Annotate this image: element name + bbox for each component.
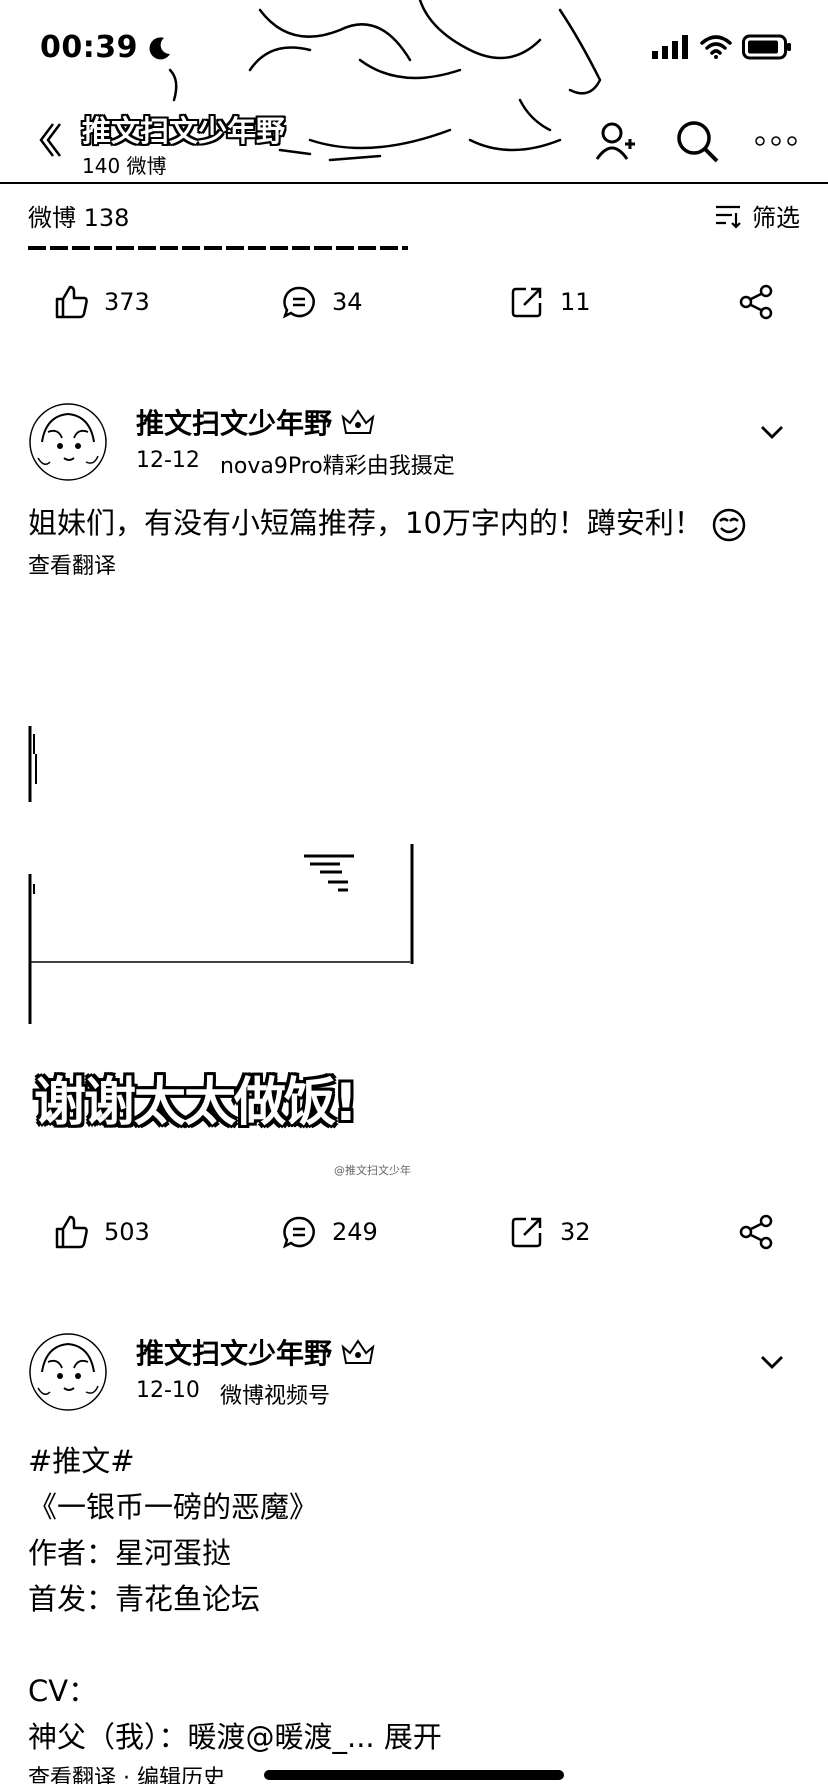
more-dots-icon[interactable] <box>754 133 798 149</box>
emoji-icon <box>712 508 746 542</box>
post-text: #推文# 《一银币一磅的恶魔》 作者：星河蛋挞 首发：青花鱼论坛 CV： 神父（… <box>0 1438 828 1760</box>
post-meta: 12-10 微博视频号 <box>136 1378 330 1410</box>
like-button[interactable]: 373 <box>54 272 150 332</box>
post-header: 推文扫文少年野 12-12 nova9Pro精彩由我摄定 <box>0 402 828 498</box>
filter-button[interactable]: 筛选 <box>714 198 800 233</box>
share-icon <box>739 1214 773 1250</box>
crown-badge-icon <box>341 1339 375 1364</box>
chevron-left-icon <box>39 123 61 157</box>
home-indicator[interactable] <box>264 1770 564 1780</box>
like-count: 503 <box>104 1218 150 1246</box>
page-title: 推文扫文少年野 <box>82 114 286 148</box>
image-sketch <box>28 726 414 1029</box>
image-watermark: @推文扫文少年 <box>334 1164 411 1177</box>
profile-header: 00:39 推文扫文少年野 140 微博 <box>0 0 828 184</box>
post-date: 12-10 <box>136 1378 200 1403</box>
battery-icon <box>742 34 791 60</box>
share-icon <box>739 284 773 320</box>
chevron-down-icon <box>761 1356 783 1369</box>
filter-label: 筛选 <box>752 204 800 232</box>
post-count-subtitle: 140 微博 <box>82 154 167 178</box>
post-line: 作者：星河蛋挞 <box>28 1536 232 1570</box>
comment-count: 249 <box>332 1218 378 1246</box>
post-line: CV： <box>28 1674 98 1708</box>
signal-icon <box>652 35 688 59</box>
weibo-count: 微博 138 <box>28 204 130 232</box>
author-name[interactable]: 推文扫文少年野 <box>136 1332 376 1372</box>
thumb-up-icon <box>55 1215 88 1249</box>
avatar-illustration <box>29 403 107 481</box>
repost-button[interactable]: 32 <box>510 1202 591 1262</box>
post-line-last: 神父（我）：暖渡@暖渡_... 展开 <box>0 1714 828 1760</box>
post-header: 推文扫文少年野 12-10 微博视频号 <box>0 1332 828 1428</box>
post-line <box>0 1622 828 1668</box>
weibo-filter-bar: 微博 138 筛选 <box>0 186 828 240</box>
repost-icon <box>511 1217 542 1248</box>
author-name-text: 推文扫文少年野 <box>136 1337 333 1370</box>
comment-icon <box>282 286 315 319</box>
like-button[interactable]: 503 <box>54 1202 150 1262</box>
repost-count: 11 <box>560 288 591 316</box>
wifi-icon <box>700 35 732 59</box>
repost-button[interactable]: 11 <box>510 272 591 332</box>
moon-icon <box>149 36 170 59</box>
crown-badge-icon <box>341 409 375 434</box>
like-count: 373 <box>104 288 150 316</box>
status-icons <box>650 34 792 60</box>
post-actions-top: 373 34 11 <box>0 272 828 332</box>
comment-icon <box>282 1216 315 1249</box>
search-icon[interactable] <box>674 118 720 164</box>
translate-link[interactable]: 查看翻译 <box>0 548 828 580</box>
post-source: 微博视频号 <box>219 1384 330 1409</box>
comment-count: 34 <box>332 288 363 316</box>
image-caption: 谢谢太太做饭! <box>34 1073 358 1133</box>
post-line: 《一银币一磅的恶魔》 <box>28 1490 319 1524</box>
status-time: 00:39 <box>40 30 172 65</box>
chevron-down-icon <box>761 426 783 439</box>
back-button[interactable] <box>28 118 68 162</box>
share-button[interactable] <box>738 1202 774 1262</box>
add-user-icon[interactable] <box>594 121 640 161</box>
post-source: nova9Pro精彩由我摄定 <box>219 454 455 479</box>
truncated-text-line <box>28 246 408 250</box>
post-date: 12-12 <box>136 448 200 473</box>
filter-icon <box>716 205 741 229</box>
post-line: 首发：青花鱼论坛 <box>28 1582 261 1616</box>
post-image[interactable] <box>28 724 428 1029</box>
comment-button[interactable]: 249 <box>282 1202 378 1262</box>
avatar[interactable] <box>28 402 108 482</box>
post-card[interactable]: 推文扫文少年野 12-12 nova9Pro精彩由我摄定 姐妹们，有没有小短篇推… <box>0 402 828 580</box>
post-meta: 12-12 nova9Pro精彩由我摄定 <box>136 448 455 480</box>
repost-count: 32 <box>560 1218 591 1246</box>
share-button[interactable] <box>738 272 774 332</box>
post-line-text: 神父（我）：暖渡@暖渡_... <box>28 1720 384 1754</box>
post-text-content: 姐妹们，有没有小短篇推荐，10万字内的！蹲安利！ <box>28 506 703 540</box>
thumb-up-icon <box>55 285 88 319</box>
expand-link[interactable]: 展开 <box>384 1720 442 1754</box>
author-name[interactable]: 推文扫文少年野 <box>136 402 376 442</box>
nav-actions <box>594 118 798 164</box>
author-name-text: 推文扫文少年野 <box>136 407 333 440</box>
post-menu-button[interactable] <box>756 416 788 448</box>
post-line: #推文# <box>28 1444 135 1478</box>
comment-button[interactable]: 34 <box>282 272 363 332</box>
post-text: 姐妹们，有没有小短篇推荐，10万字内的！蹲安利！ <box>0 502 828 544</box>
repost-icon <box>511 287 542 318</box>
avatar[interactable] <box>28 1332 108 1412</box>
post-card[interactable]: 推文扫文少年野 12-10 微博视频号 #推文# 《一银币一磅的恶魔》 作者：星… <box>0 1332 828 1784</box>
post-menu-button[interactable] <box>756 1346 788 1378</box>
post-actions: 503 249 32 <box>0 1202 828 1262</box>
avatar-illustration <box>29 1333 107 1411</box>
